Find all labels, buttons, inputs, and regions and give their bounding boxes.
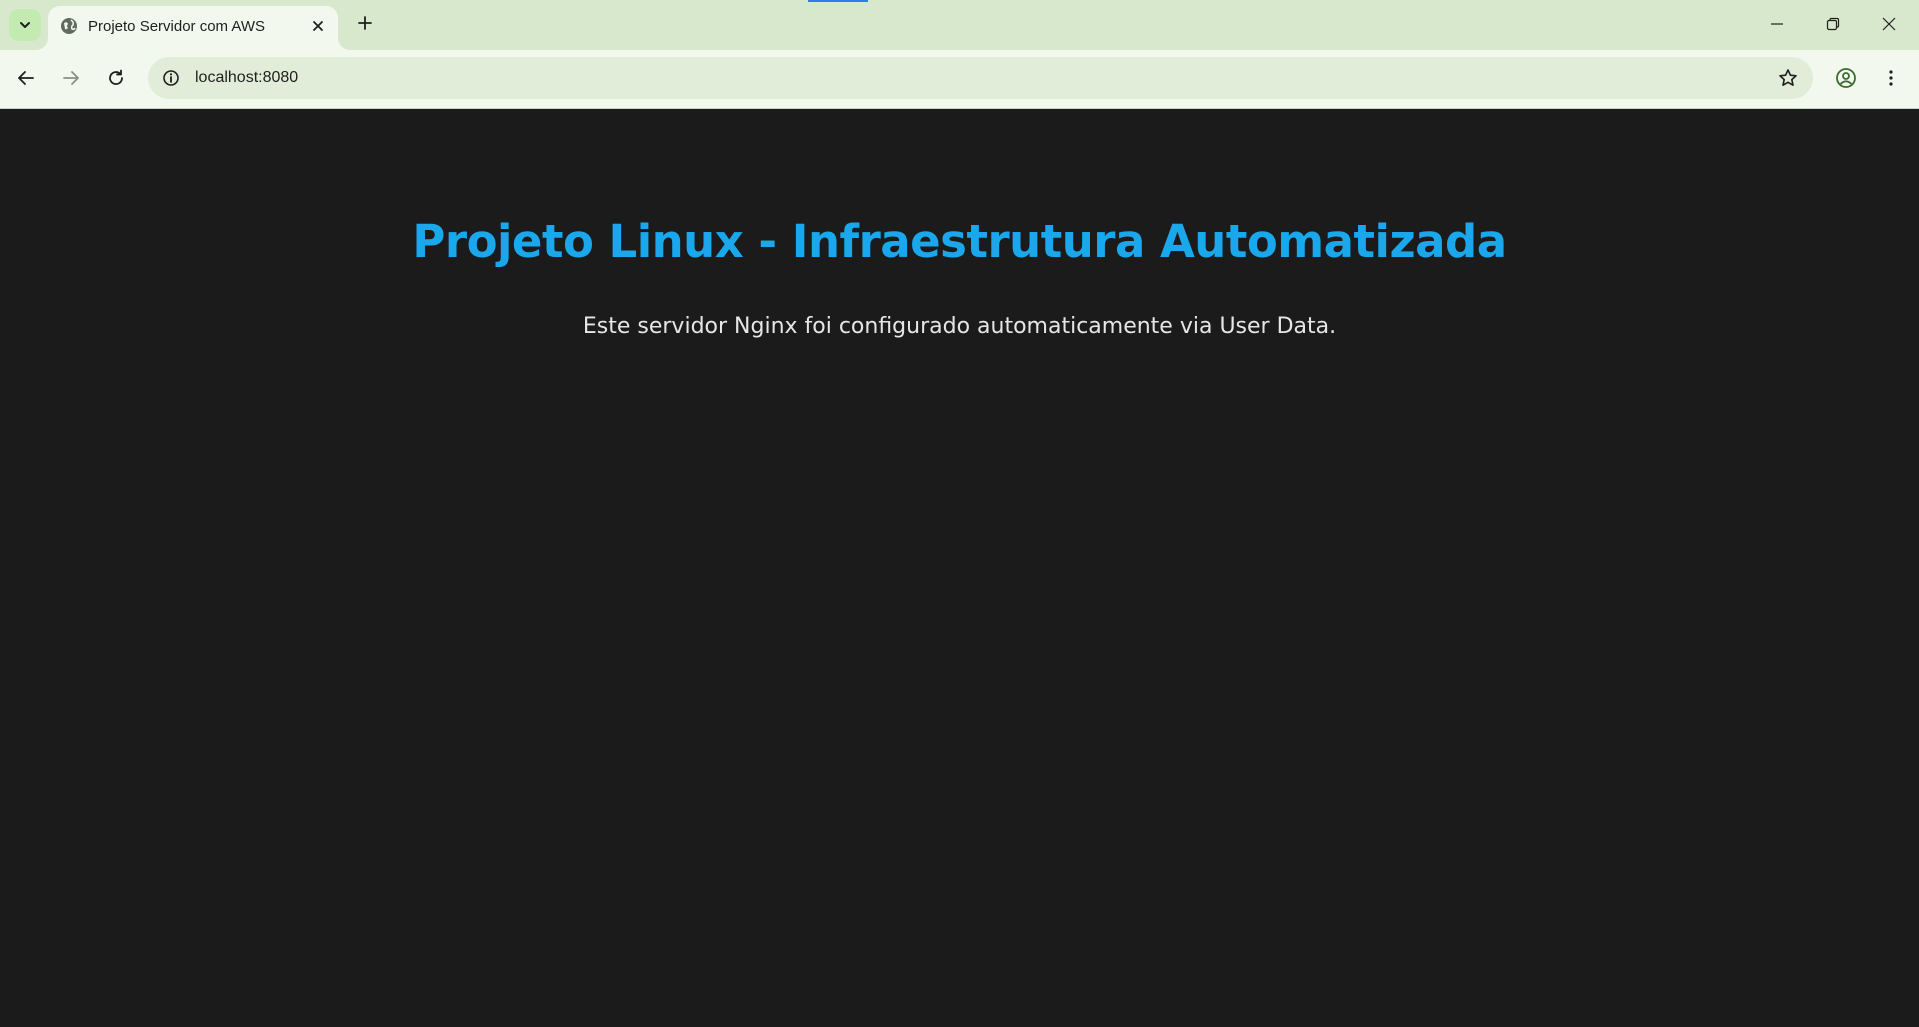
account-icon [1835,67,1857,89]
site-info-button[interactable] [158,65,184,91]
minimize-button[interactable] [1749,0,1805,48]
more-vert-icon [1882,69,1900,87]
close-tab-button[interactable] [306,14,330,38]
tab-search-button[interactable] [9,9,41,41]
reload-icon [107,69,125,87]
chevron-down-icon [18,18,32,32]
tab-title: Projeto Servidor com AWS [88,18,266,35]
close-icon [1882,17,1896,31]
tab-strip: Projeto Servidor com AWS [0,0,1919,50]
url-input[interactable] [195,57,1695,99]
info-icon [162,69,180,87]
forward-button[interactable] [54,61,88,95]
page-description: Este servidor Nginx foi configurado auto… [582,314,1337,339]
profile-button[interactable] [1829,61,1863,95]
star-icon [1778,68,1798,88]
new-tab-button[interactable] [351,9,379,37]
arrow-left-icon [17,69,35,87]
bookmark-button[interactable] [1775,65,1801,91]
page-title: Projeto Linux - Infraestrutura Automatiz… [412,215,1507,268]
back-button[interactable] [9,61,43,95]
browser-toolbar [0,50,1919,109]
reload-button[interactable] [99,61,133,95]
minimize-icon [1770,17,1784,31]
active-tab[interactable]: Projeto Servidor com AWS [48,6,338,50]
globe-icon [60,17,78,35]
arrow-right-icon [62,69,80,87]
menu-button[interactable] [1874,61,1908,95]
close-icon [312,20,324,32]
restore-icon [1826,17,1840,31]
plus-icon [357,15,373,31]
address-bar[interactable] [148,57,1813,99]
loading-indicator [808,0,868,2]
browser-window: Projeto Servidor com AWS localhost:8080 … [0,0,1919,1027]
close-window-button[interactable] [1861,0,1917,48]
restore-button[interactable] [1805,0,1861,48]
page-content: Projeto Linux - Infraestrutura Automatiz… [0,109,1919,1027]
